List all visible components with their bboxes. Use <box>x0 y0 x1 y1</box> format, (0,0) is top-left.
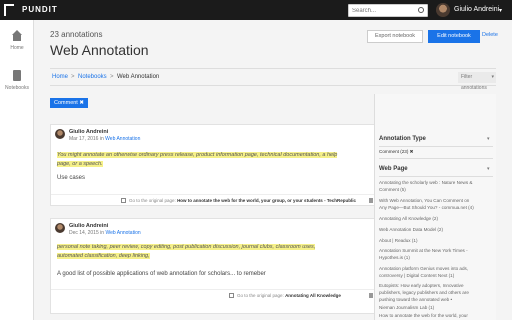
user-name[interactable]: Giulio Andreini <box>454 6 499 13</box>
chevron-down-icon[interactable]: ▾ <box>487 166 490 172</box>
sidebar-item-label: Home <box>10 45 24 51</box>
sidebar-item-home[interactable]: Home <box>0 20 34 60</box>
annotation-type-heading[interactable]: Annotation Type <box>379 136 426 146</box>
web-page-filter-item[interactable]: Annotating All Knowledge (2) <box>379 215 491 222</box>
annotation-comment: A good list of possible applications of … <box>57 271 266 277</box>
annotation-meta: Dec 14, 2015 in Web Annotation <box>69 230 141 236</box>
notebook-icon <box>13 70 21 81</box>
top-bar: PUNDIT Giulio Andreini ▾ <box>0 0 512 20</box>
web-page-filter-item[interactable]: With Web Annotation, You Can Comment on A… <box>379 197 491 211</box>
web-page-filter-item[interactable]: Web Annotation Data Model (2) <box>379 226 491 233</box>
chevron-down-icon: ▾ <box>491 74 494 80</box>
divider <box>379 146 493 147</box>
annotation-footer: Go to the original page: Annotating All … <box>51 289 399 301</box>
external-link-icon <box>121 198 126 203</box>
original-page-link[interactable]: Annotating All Knowledge <box>285 293 341 298</box>
page-title: Web Annotation <box>50 42 149 58</box>
annotation-comment: Use cases <box>57 175 86 181</box>
search-icon[interactable] <box>418 7 424 13</box>
annotation-quote: You might annotate an otherwise ordinary… <box>57 152 338 167</box>
divider <box>379 176 493 177</box>
web-page-heading[interactable]: Web Page <box>379 166 408 176</box>
export-notebook-button[interactable]: Export notebook <box>367 30 423 43</box>
breadcrumb: Home > Notebooks > Web Annotation Filter… <box>50 68 496 91</box>
web-page-filter-item[interactable]: How to annotate the web for the world, y… <box>379 312 491 319</box>
facet-panel: Annotation Type ▾ Comment (23) ✖ Web Pag… <box>374 94 496 320</box>
breadcrumb-separator: > <box>110 74 114 80</box>
external-link-icon <box>229 293 234 298</box>
annotation-card: Giulio Andreini Mar 17, 2016 in Web Anno… <box>50 124 399 206</box>
annotation-footer: Go to the original page: How to annotate… <box>51 194 399 206</box>
trash-icon[interactable] <box>369 293 373 298</box>
breadcrumb-notebooks[interactable]: Notebooks <box>78 74 107 80</box>
type-filter-comment[interactable]: Comment (23) ✖ <box>379 148 491 155</box>
annotation-notebook-link[interactable]: Web Annotation <box>105 230 140 236</box>
home-icon <box>12 30 22 42</box>
annotation-author: Giulio Andreini <box>69 223 109 229</box>
trash-icon[interactable] <box>369 198 373 203</box>
web-page-filter-item[interactable]: Nieman Journalism Lab (1) <box>379 304 491 311</box>
annotation-quote: personal note taking, peer review, copy … <box>57 244 316 259</box>
sidebar-item-label: Notebooks <box>5 85 29 91</box>
annotation-count: 23 annotations <box>50 30 103 39</box>
breadcrumb-separator: > <box>71 74 75 80</box>
main-content: 23 annotations Web Annotation Export not… <box>34 20 512 320</box>
avatar <box>55 129 65 139</box>
chevron-down-icon[interactable]: ▾ <box>499 7 502 14</box>
delete-notebook-button[interactable]: Delete <box>482 32 498 38</box>
search-input[interactable] <box>348 4 428 17</box>
sidebar-item-notebooks[interactable]: Notebooks <box>0 60 34 100</box>
pundit-logo-icon[interactable] <box>4 4 14 16</box>
edit-notebook-button[interactable]: Edit notebook <box>428 30 480 43</box>
annotation-card: Giulio Andreini Dec 14, 2015 in Web Anno… <box>50 218 399 314</box>
annotation-meta: Mar 17, 2016 in Web Annotation <box>69 136 141 142</box>
filter-annotations-dropdown[interactable]: Filter annotations ▾ <box>458 72 496 91</box>
web-page-filter-item[interactable]: Annotation platform Genius moves into ad… <box>379 265 491 279</box>
web-page-filter-item[interactable]: Annotating the scholarly web : Nature Ne… <box>379 179 491 193</box>
web-page-filter-item[interactable]: Eutopists: How early adopters, Innovativ… <box>379 282 491 303</box>
avatar[interactable] <box>436 3 450 17</box>
annotation-author: Giulio Andreini <box>69 129 109 135</box>
divider <box>379 158 493 159</box>
chevron-down-icon[interactable]: ▾ <box>487 136 490 142</box>
avatar <box>55 223 65 233</box>
sidebar: Home Notebooks <box>0 20 34 320</box>
breadcrumb-current: Web Annotation <box>117 74 160 80</box>
annotation-notebook-link[interactable]: Web Annotation <box>105 136 140 142</box>
breadcrumb-home[interactable]: Home <box>52 74 68 80</box>
original-page-link[interactable]: How to annotate the web for the world, y… <box>177 198 356 203</box>
brand-name: PUNDIT <box>22 5 58 14</box>
web-page-filter-item[interactable]: About | Readux (1) <box>379 237 491 244</box>
active-filter-chip[interactable]: Comment ✖ <box>50 98 88 108</box>
web-page-filter-item[interactable]: Annotation Summit at the New York Times … <box>379 247 491 261</box>
filter-label: Filter annotations <box>461 74 487 91</box>
